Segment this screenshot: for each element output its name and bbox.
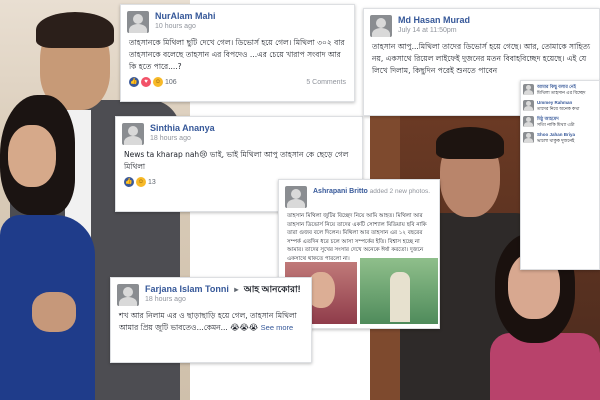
post-author[interactable]: Farjana Islam Tonni	[145, 284, 229, 294]
reaction-count[interactable]: 13	[148, 179, 156, 186]
avatar[interactable]	[117, 284, 139, 306]
post-text: তাহসানকে মিথিলা ছুটি দেখে গেল। ডিভোর্স হ…	[129, 38, 345, 71]
comments-count[interactable]: 5 Comments	[306, 79, 346, 86]
comment-text: মিথিলা তাহসান এর বিচ্ছেদ	[537, 90, 586, 95]
avatar[interactable]	[523, 100, 534, 111]
list-item: Shoo Jahan Briya ভালো থাকুক দুজনেই	[523, 132, 597, 144]
avatar[interactable]	[523, 132, 534, 143]
arrow-right-icon: ▸	[234, 285, 239, 294]
comment-text: সত্যি নাকি মিথ্যা এটা	[537, 122, 575, 127]
post-text: News ta kharap nah😢 ভাই, ভাই মিথিলা আপু …	[116, 147, 362, 175]
avatar[interactable]	[127, 11, 149, 33]
post-time[interactable]: July 14 at 11:50pm	[398, 26, 470, 36]
haha-icon: ☺	[153, 77, 163, 87]
post-author[interactable]: Ashrapani Britto	[313, 188, 368, 195]
love-icon: ♥	[141, 77, 151, 87]
haha-icon: ☺	[136, 177, 146, 187]
comment-text: তাদের নিয়ে অনেক কথা	[537, 106, 580, 111]
post-photo-2[interactable]	[360, 258, 438, 324]
post-text: তাহসান আপু...মিথিলা তাদের ডিভোর্স হয়ে গ…	[372, 42, 591, 75]
like-icon: 👍	[129, 77, 139, 87]
list-item: মিঠু আহমেদ সত্যি নাকি মিথ্যা এটা	[523, 116, 597, 128]
post-time[interactable]: 18 hours ago	[150, 134, 215, 144]
post-action: added 2 new photos.	[369, 188, 431, 195]
avatar[interactable]	[523, 84, 534, 95]
list-item: Ummey Rahman তাদের নিয়ে অনেক কথা	[523, 100, 597, 112]
avatar[interactable]	[122, 123, 144, 145]
collage-canvas: NurAlam Mahi 10 hours ago তাহসানকে মিথিল…	[0, 0, 600, 400]
avatar[interactable]	[523, 116, 534, 127]
post-author[interactable]: Md Hasan Murad	[398, 15, 470, 26]
post-text-start: News ta kharap nah	[124, 150, 200, 159]
post-card-nuralam: NurAlam Mahi 10 hours ago তাহসানকে মিথিল…	[120, 4, 355, 102]
post-feeling[interactable]: আহ আনকোরা!	[244, 284, 301, 294]
post-author[interactable]: Sinthia Ananya	[150, 123, 215, 134]
list-item: আমার কিছু বলার নেই মিথিলা তাহসান এর বিচ্ছ…	[523, 84, 597, 96]
post-text: তাহসান মিথিলা জুটির বিচ্ছেদ নিয়ে আমি আহ…	[287, 213, 427, 262]
see-more-link[interactable]: See more	[261, 323, 294, 332]
comment-list: আমার কিছু বলার নেই মিথিলা তাহসান এর বিচ্ছ…	[520, 80, 600, 270]
reaction-bar: 👍 ♥ ☺ 106 5 Comments	[121, 75, 354, 89]
sad-emoji-icon: 😢	[199, 150, 208, 159]
post-text: শখ আর নিলাম এর ও ছাড়াছাড়ি হয়ে গেল, তা…	[111, 308, 311, 336]
post-card-farjana: Farjana Islam Tonni ▸ আহ আনকোরা! 18 hour…	[110, 277, 312, 363]
avatar[interactable]	[285, 186, 307, 208]
comment-text: ভালো থাকুক দুজনেই	[537, 138, 575, 143]
post-author[interactable]: NurAlam Mahi	[155, 11, 216, 22]
post-time[interactable]: 18 hours ago	[145, 295, 301, 305]
avatar[interactable]	[370, 15, 392, 37]
crying-emoji-icon: 😭😭😭	[230, 323, 259, 332]
like-icon: 👍	[124, 177, 134, 187]
post-time[interactable]: 10 hours ago	[155, 22, 216, 32]
reaction-count[interactable]: 106	[165, 79, 177, 86]
